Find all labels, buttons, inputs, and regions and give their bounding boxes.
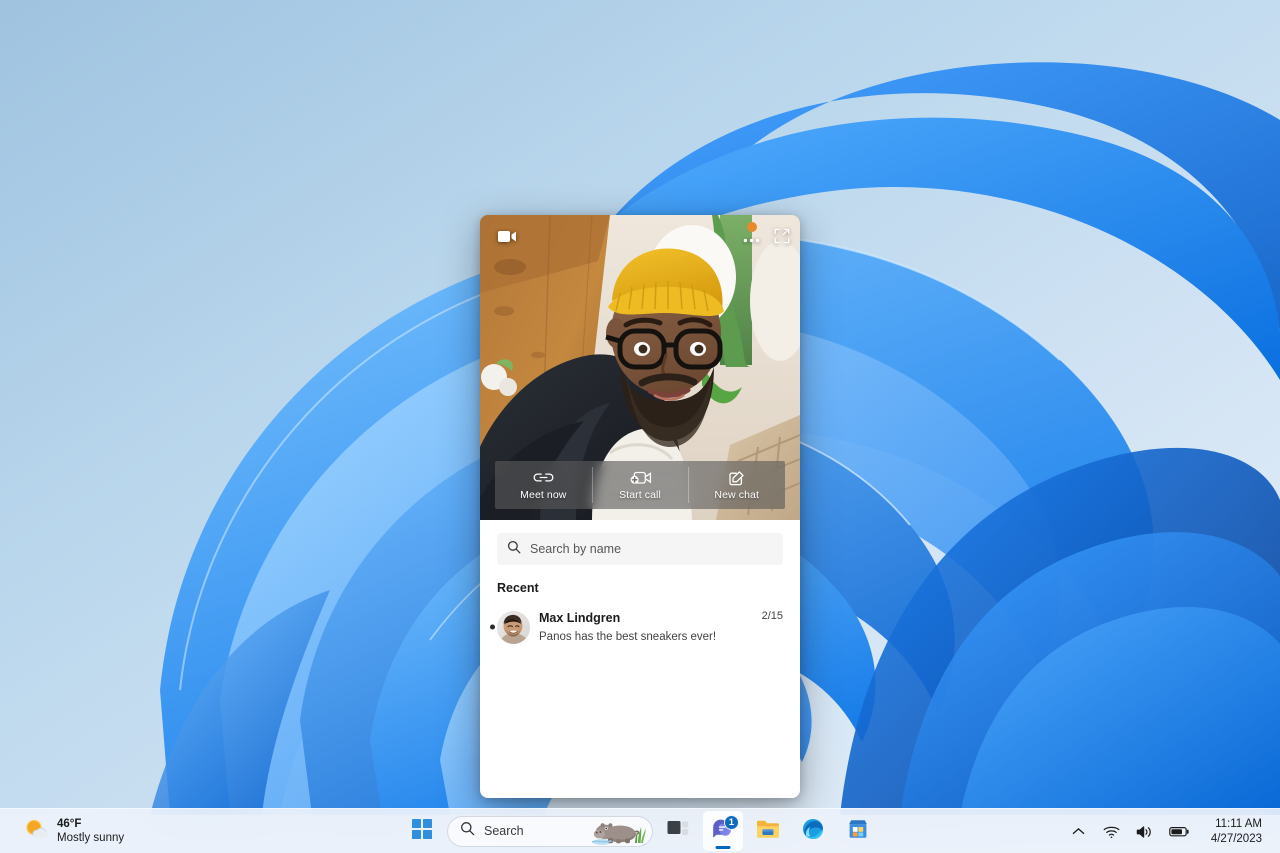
microsoft-store-icon <box>847 818 869 845</box>
avatar-image <box>497 610 530 644</box>
chat-contact-name: Max Lindgren <box>539 611 621 625</box>
file-explorer-button[interactable] <box>748 811 788 851</box>
taskbar-search-box[interactable]: Search <box>447 815 653 847</box>
clock-date: 4/27/2023 <box>1210 832 1262 845</box>
recent-heading: Recent <box>497 581 539 595</box>
panel-top-right-controls[interactable] <box>743 228 790 249</box>
search-icon <box>507 540 521 559</box>
chat-taskbar-button[interactable]: 1 <box>703 811 743 851</box>
tray-quick-settings[interactable] <box>1092 814 1201 850</box>
video-preview[interactable]: Meet now Start call New chat <box>480 215 800 520</box>
video-call-plus-icon <box>629 469 652 486</box>
search-by-name-input[interactable] <box>530 542 773 556</box>
task-view-button[interactable] <box>658 811 698 851</box>
new-chat-label: New chat <box>714 489 759 501</box>
start-call-button[interactable]: Start call <box>591 461 689 509</box>
search-by-name-box[interactable] <box>497 533 783 565</box>
clock-time: 11:11 AM <box>1215 818 1262 831</box>
weather-temperature: 46°F <box>57 817 82 830</box>
video-camera-icon <box>498 230 517 243</box>
avatar <box>497 610 530 644</box>
show-hidden-icons-button[interactable] <box>1065 814 1092 850</box>
chat-preview-message: Panos has the best sneakers ever! <box>539 631 717 643</box>
panel-search-section <box>480 520 800 565</box>
chat-item-text: Max Lindgren Panos has the best sneakers… <box>539 609 753 645</box>
start-button[interactable] <box>402 811 442 851</box>
windows-logo-icon <box>412 818 432 844</box>
chat-unread-badge: 1 <box>723 815 739 830</box>
teams-chat-flyout[interactable]: Meet now Start call New chat Search by n… <box>480 215 800 798</box>
edge-browser-icon <box>802 818 824 845</box>
compose-pencil-icon <box>728 469 745 486</box>
weather-text: 46°F Mostly sunny <box>57 817 124 846</box>
wifi-icon[interactable] <box>1096 814 1127 850</box>
battery-icon[interactable] <box>1162 814 1197 850</box>
search-icon <box>460 821 475 841</box>
microsoft-store-button[interactable] <box>838 811 878 851</box>
clock-and-date[interactable]: 11:11 AM 4/27/2023 <box>1203 813 1272 850</box>
new-chat-button[interactable]: New chat <box>688 461 785 509</box>
start-call-label: Start call <box>619 489 661 501</box>
taskbar-search-placeholder: Search <box>484 824 524 838</box>
taskbar[interactable]: 46°F Mostly sunny Search 1 11:11 AM 4/27… <box>0 808 1280 853</box>
weather-condition: Mostly sunny <box>57 832 125 844</box>
meet-now-label: Meet now <box>520 489 567 501</box>
edge-browser-button[interactable] <box>793 811 833 851</box>
hippo-illustration <box>591 817 648 846</box>
more-options-icon[interactable] <box>743 230 760 248</box>
recent-chat-list: Max Lindgren Panos has the best sneakers… <box>480 602 800 652</box>
file-explorer-icon <box>756 819 780 844</box>
speaker-icon[interactable] <box>1129 814 1160 850</box>
chat-timestamp: 2/15 <box>761 610 783 622</box>
chevron-up-icon <box>1072 823 1085 841</box>
sun-cloud-icon <box>24 818 48 845</box>
quick-actions-bar[interactable]: Meet now Start call New chat <box>495 461 785 509</box>
link-chain-icon <box>533 469 554 486</box>
taskbar-center-cluster[interactable]: Search 1 <box>402 811 878 851</box>
system-tray[interactable]: 11:11 AM 4/27/2023 <box>1065 809 1280 853</box>
task-view-icon <box>667 819 689 844</box>
weather-widget[interactable]: 46°F Mostly sunny <box>13 814 135 849</box>
meet-now-button[interactable]: Meet now <box>495 461 592 509</box>
unread-indicator-dot <box>490 624 495 630</box>
expand-popout-icon[interactable] <box>774 228 790 249</box>
list-item[interactable]: Max Lindgren Panos has the best sneakers… <box>488 602 792 652</box>
